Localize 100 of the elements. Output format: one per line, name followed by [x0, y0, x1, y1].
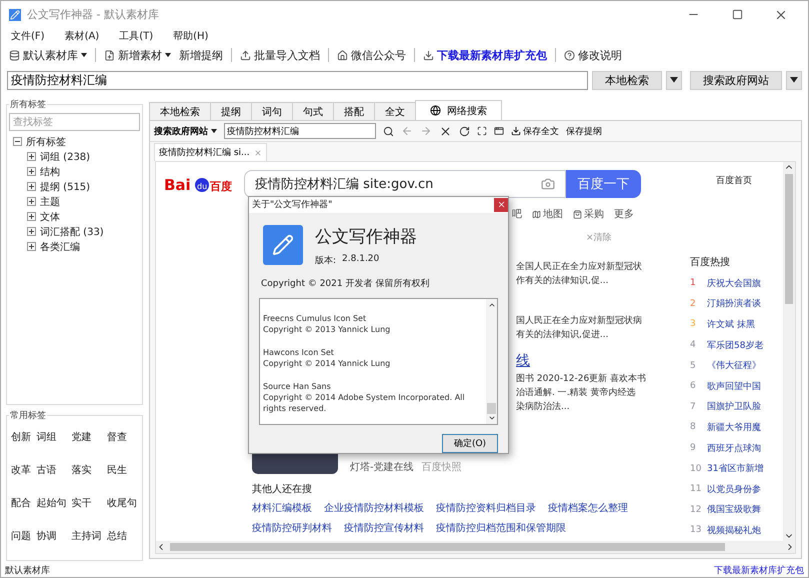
menu-item[interactable]: 素材(A)	[64, 29, 100, 43]
tab[interactable]: 词句	[251, 102, 293, 120]
expand-icon[interactable]	[27, 227, 36, 236]
hot-link[interactable]: 以党员身份参	[707, 482, 761, 496]
tag-link[interactable]: 收尾句	[106, 496, 138, 510]
tag-link[interactable]: 改革	[11, 463, 32, 477]
page-tab[interactable]: 疫情防控材料汇编 si...	[154, 143, 267, 161]
tree-item[interactable]: 词组 (238)	[40, 150, 90, 164]
result-title[interactable]: 线	[516, 352, 530, 370]
collapse-icon[interactable]	[13, 137, 22, 146]
hot-link[interactable]: 俄国宝级歌舞	[707, 503, 761, 516]
horizontal-scrollbar[interactable]	[156, 541, 795, 553]
toolbar-button[interactable]: 默认素材库	[7, 48, 89, 62]
tag-link[interactable]: 民生	[106, 463, 138, 477]
save-button[interactable]: 保存提纲	[566, 124, 602, 138]
tag-link[interactable]: 落实	[72, 463, 103, 477]
hot-link[interactable]: 新疆大爷用魔	[707, 420, 761, 434]
menu-item[interactable]: 帮助(H)	[173, 29, 208, 43]
hot-link[interactable]: 歌声回望中国	[707, 380, 761, 393]
expand-icon[interactable]	[27, 167, 36, 176]
close-button[interactable]	[494, 198, 508, 212]
menu-item[interactable]: 工具(T)	[119, 29, 154, 43]
tag-link[interactable]: 问题	[11, 529, 32, 543]
tab[interactable]: 句式	[292, 102, 334, 120]
tab[interactable]: 全文	[374, 102, 416, 120]
hot-link[interactable]: 31省区市新增	[707, 462, 764, 476]
tree-item[interactable]: 结构	[40, 164, 60, 178]
menu-item[interactable]: 文件(F)	[11, 29, 45, 43]
tab[interactable]: 搭配	[333, 102, 375, 120]
expand-icon[interactable]	[27, 182, 36, 191]
tag-link[interactable]: 主持词	[72, 529, 103, 543]
tag-link[interactable]: 起始句	[36, 496, 68, 510]
hot-link[interactable]: 《伟大征程》	[707, 359, 761, 372]
expand-icon[interactable]	[27, 152, 36, 161]
toolbar-button[interactable]: 微信公众号	[335, 48, 408, 62]
tag-link[interactable]: 创新	[11, 430, 32, 444]
tag-link[interactable]: 实干	[72, 496, 103, 510]
tree-item[interactable]: 各类汇编	[40, 240, 80, 254]
tab[interactable]: 提纲	[210, 102, 252, 120]
address-field[interactable]: 疫情防控材料汇编	[224, 123, 376, 139]
related-link[interactable]: 疫情防控归档范围和保管期限	[436, 521, 566, 535]
search-icon[interactable]	[383, 126, 394, 136]
related-link[interactable]: 疫情防控宣传材料	[344, 521, 424, 535]
related-link[interactable]: 企业疫情防控材料模板	[324, 501, 424, 515]
hot-link[interactable]: 汀娟扮演者谈	[707, 297, 761, 310]
tab[interactable]: 网络搜索	[415, 100, 502, 120]
tag-link[interactable]: 词组	[36, 430, 68, 444]
search-field[interactable]: 疫情防控材料汇编	[7, 70, 588, 90]
expand-icon[interactable]	[27, 242, 36, 251]
related-link[interactable]: 疫情档案怎么整理	[548, 501, 628, 515]
tag-link[interactable]: 古语	[36, 463, 68, 477]
save-button[interactable]: 保存全文	[511, 124, 559, 138]
toolbar-button[interactable]: 新增素材	[102, 48, 173, 62]
search-button[interactable]: 搜索政府网站	[690, 70, 782, 90]
search-button[interactable]: 百度一下	[566, 170, 641, 198]
toolbar-button[interactable]: 新增提纲	[177, 48, 225, 62]
expand-icon[interactable]	[27, 197, 36, 206]
tag-link[interactable]: 总结	[106, 529, 138, 543]
nav-link[interactable]: 采购	[573, 207, 604, 221]
tag-link[interactable]: 配合	[11, 496, 32, 510]
toolbar-button[interactable]: 批量导入文档	[238, 48, 322, 62]
hot-link[interactable]: 军乐团58岁老	[707, 338, 764, 352]
tag-search-field[interactable]: 查找标签	[9, 113, 140, 131]
toolbar-button[interactable]: 下载最新素材库扩充包	[421, 48, 549, 62]
related-link[interactable]: 疫情防控研判材料	[252, 521, 332, 535]
nav-link[interactable]: 地图	[532, 207, 563, 221]
expand-icon[interactable]	[27, 212, 36, 221]
hot-link[interactable]: 国旗护卫队脸	[707, 400, 761, 414]
nav-link[interactable]: 吧	[512, 207, 522, 221]
hot-link[interactable]: 庆祝大会国旗	[707, 276, 761, 290]
fullscreen-icon[interactable]	[477, 126, 487, 136]
scrollbar-thumb[interactable]	[785, 174, 793, 304]
tree-item[interactable]: 词汇搭配 (33)	[40, 224, 104, 238]
dropdown-button[interactable]	[786, 70, 802, 90]
tree-item[interactable]: 主题	[40, 194, 60, 208]
engine-dropdown[interactable]: 搜索政府网站	[154, 124, 217, 138]
refresh-icon[interactable]	[459, 126, 470, 136]
toolbar-button[interactable]: 修改说明	[562, 48, 624, 62]
download-link[interactable]: 下载最新素材库扩充包	[714, 564, 804, 576]
tag-link[interactable]: 党建	[72, 430, 103, 444]
vertical-scrollbar[interactable]	[783, 162, 795, 541]
window-icon[interactable]	[494, 126, 504, 136]
tag-link[interactable]: 督查	[106, 430, 138, 444]
nav-link[interactable]: 更多	[614, 207, 634, 221]
hot-link[interactable]: 视频揭秘礼炮	[707, 524, 761, 537]
related-link[interactable]: 材料汇编模板	[252, 501, 312, 515]
search-button[interactable]: 本地检索	[592, 70, 662, 90]
camera-icon[interactable]	[541, 177, 555, 191]
home-link[interactable]: 百度首页	[716, 174, 783, 187]
tab[interactable]: 本地检索	[149, 102, 211, 120]
scrollbar[interactable]	[486, 298, 497, 424]
tree-item[interactable]: 提纲 (515)	[40, 180, 90, 194]
related-link[interactable]: 疫情防控资料归档目录	[436, 501, 536, 515]
dropdown-button[interactable]	[666, 70, 682, 90]
tree-item[interactable]: 文体	[40, 210, 60, 224]
tree-item[interactable]: 所有标签	[26, 134, 66, 148]
hot-link[interactable]: 西班牙点球淘	[707, 442, 761, 455]
tag-link[interactable]: 协调	[36, 529, 68, 543]
close-icon[interactable]	[439, 124, 452, 138]
chevron-down-icon[interactable]	[488, 414, 496, 422]
